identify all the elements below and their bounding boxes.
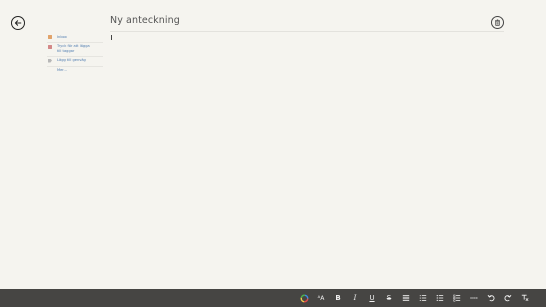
- redo-button[interactable]: [502, 292, 514, 304]
- strikethrough-icon: S: [386, 293, 392, 302]
- title-divider: [110, 31, 504, 32]
- font-size-button[interactable]: ᴬA: [315, 292, 327, 304]
- redo-icon: [504, 294, 512, 302]
- sidebar-item-label: Tryck för att lägga till taggar: [57, 44, 90, 53]
- sidebar-item-tags[interactable]: Tryck för att lägga till taggar: [47, 43, 103, 58]
- font-size-icon: ᴬA: [317, 294, 325, 302]
- strikethrough-button[interactable]: S: [383, 292, 395, 304]
- sidebar-item-label: Mer...: [57, 67, 67, 72]
- note-title[interactable]: Ny anteckning: [110, 15, 180, 26]
- align-icon: [402, 295, 410, 301]
- undo-button[interactable]: [485, 292, 497, 304]
- sidebar-item-notebook[interactable]: Inbox: [47, 34, 103, 44]
- horizontal-rule-icon: [470, 297, 478, 299]
- formatting-toolbar: ᴬA B I U S: [0, 289, 546, 307]
- italic-button[interactable]: I: [349, 292, 361, 304]
- tag-icon: [48, 58, 52, 63]
- bold-icon: B: [335, 293, 341, 302]
- horizontal-rule-button[interactable]: [468, 292, 480, 304]
- back-button[interactable]: [11, 16, 25, 30]
- sidebar-item-label: Lägg till genväg: [57, 58, 86, 63]
- note-sidebar: Inbox Tryck för att lägga till taggar Lä…: [47, 34, 103, 75]
- sidebar-item-more[interactable]: Mer...: [47, 67, 103, 75]
- arrow-left-icon: [14, 20, 22, 26]
- delete-note-button[interactable]: [491, 16, 504, 29]
- checkbox-list-button[interactable]: [451, 292, 463, 304]
- text-cursor[interactable]: [111, 35, 112, 40]
- underline-icon: U: [369, 293, 375, 302]
- numbered-list-icon: [419, 295, 427, 301]
- clear-formatting-button[interactable]: [519, 292, 531, 304]
- trash-icon: [495, 19, 500, 26]
- underline-button[interactable]: U: [366, 292, 378, 304]
- color-icon: [300, 294, 308, 302]
- undo-icon: [487, 294, 495, 302]
- bullet-list-button[interactable]: [434, 292, 446, 304]
- sidebar-item-shortcut[interactable]: Lägg till genväg: [47, 57, 103, 67]
- color-button[interactable]: [298, 292, 310, 304]
- page-icon: [48, 44, 52, 49]
- clear-formatting-icon: [521, 294, 529, 302]
- checkbox-list-icon: [453, 294, 461, 302]
- align-button[interactable]: [400, 292, 412, 304]
- numbered-list-button[interactable]: [417, 292, 429, 304]
- bullet-list-icon: [436, 294, 444, 302]
- italic-icon: I: [353, 293, 357, 302]
- folder-icon: [48, 35, 52, 40]
- bold-button[interactable]: B: [332, 292, 344, 304]
- sidebar-item-label: Inbox: [57, 35, 67, 39]
